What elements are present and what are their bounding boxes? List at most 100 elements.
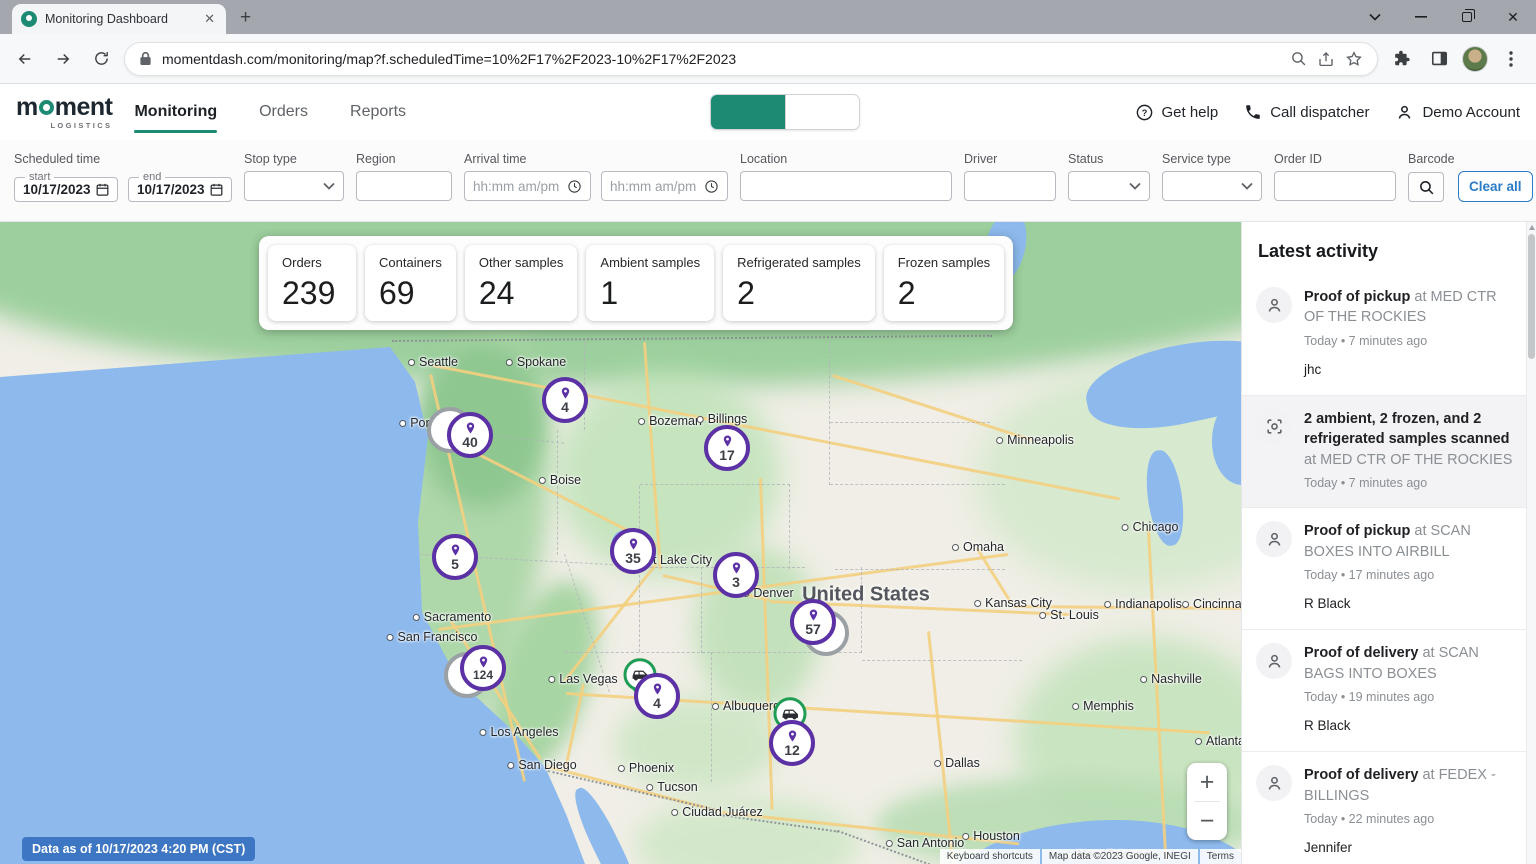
window-minimize-button[interactable]: [1398, 0, 1444, 34]
view-toggle-button[interactable]: [785, 95, 859, 129]
order-cluster-marker[interactable]: 4: [634, 673, 680, 719]
attribution-text[interactable]: Keyboard shortcuts: [940, 849, 1040, 864]
driver-input[interactable]: [964, 171, 1056, 201]
map-pin-icon: [560, 387, 571, 399]
map-pin-icon: [478, 656, 489, 668]
nav-item[interactable]: Reports: [350, 84, 406, 140]
stat-label: Refrigerated samples: [737, 255, 861, 270]
back-icon[interactable]: [10, 44, 40, 74]
header-action[interactable]: ? Get help: [1135, 103, 1219, 122]
order-cluster-marker[interactable]: 17: [704, 425, 750, 471]
activity-item[interactable]: Proof of delivery at FEDEX - BILLINGS To…: [1242, 752, 1526, 864]
tab-close-icon[interactable]: ✕: [202, 11, 217, 27]
arrival-start-time-input[interactable]: hh:mm am/pm: [464, 171, 591, 201]
header-action[interactable]: Call dispatcher: [1244, 103, 1369, 121]
city-label: Bozeman: [638, 414, 702, 428]
cluster-count: 3: [732, 575, 740, 589]
tab-search-chevron-icon[interactable]: [1352, 0, 1398, 34]
zoom-in-button[interactable]: +: [1187, 763, 1227, 801]
nav-item[interactable]: Orders: [259, 84, 308, 140]
city-label: Chicago: [1122, 520, 1179, 534]
order-cluster-marker[interactable]: 124: [460, 645, 506, 691]
arrival-end-time-input[interactable]: hh:mm am/pm: [601, 171, 728, 201]
activity-list: Proof of pickup at MED CTR OF THE ROCKIE…: [1242, 274, 1526, 864]
address-bar[interactable]: momentdash.com/monitoring/map?f.schedule…: [124, 42, 1378, 76]
map-pin-icon: [808, 609, 819, 621]
side-panel-icon[interactable]: [1424, 44, 1454, 74]
region-input[interactable]: [356, 171, 452, 201]
clear-all-button[interactable]: Clear all: [1458, 171, 1533, 202]
stat-label: Frozen samples: [898, 255, 990, 270]
stat-value: 1: [600, 277, 700, 309]
order-cluster-marker[interactable]: 57: [790, 599, 836, 645]
profile-avatar[interactable]: [1462, 46, 1488, 72]
filter-location: Location: [740, 152, 952, 201]
activity-item[interactable]: Proof of pickup at MED CTR OF THE ROCKIE…: [1242, 274, 1526, 396]
reload-icon[interactable]: [86, 44, 116, 74]
activity-location: MED CTR OF THE ROCKIES: [1320, 452, 1512, 468]
order-cluster-marker[interactable]: 40: [447, 412, 493, 458]
barcode-search-button[interactable]: [1408, 172, 1444, 202]
view-toggle-button[interactable]: [711, 95, 785, 129]
attribution-text[interactable]: Terms: [1200, 849, 1241, 864]
clock-icon[interactable]: [704, 179, 719, 194]
activity-action: 2 ambient, 2 frozen, and 2 refrigerated …: [1304, 411, 1510, 447]
bookmark-star-icon[interactable]: [1345, 50, 1363, 68]
stat-label: Ambient samples: [600, 255, 700, 270]
activity-user: R Black: [1304, 595, 1514, 614]
order-cluster-marker[interactable]: 4: [542, 377, 588, 423]
map-canvas[interactable]: SeattleSpokanePortlandBozemanBillingsBoi…: [0, 222, 1241, 864]
map-pin-icon: [652, 683, 663, 695]
browser-toolbar: momentdash.com/monitoring/map?f.schedule…: [0, 34, 1536, 84]
scrollbar-up-arrow[interactable]: [1529, 225, 1535, 230]
scrollbar[interactable]: [1526, 222, 1536, 864]
header-action[interactable]: Demo Account: [1395, 103, 1520, 122]
zoom-out-button[interactable]: −: [1187, 802, 1227, 840]
nav-item[interactable]: Monitoring: [134, 84, 217, 140]
share-icon[interactable]: [1317, 50, 1335, 68]
order-id-input[interactable]: [1274, 171, 1396, 201]
order-cluster-marker[interactable]: 35: [610, 528, 656, 574]
service-type-select[interactable]: [1162, 171, 1262, 201]
order-cluster-marker[interactable]: 12: [769, 720, 815, 766]
forward-icon[interactable]: [48, 44, 78, 74]
order-cluster-marker[interactable]: 3: [713, 552, 759, 598]
stop-type-select[interactable]: [244, 171, 344, 201]
city-label: Atlanta: [1195, 734, 1241, 748]
browser-menu-dots-icon[interactable]: [1496, 44, 1526, 74]
chevron-down-icon: [1241, 182, 1253, 190]
clock-icon[interactable]: [567, 179, 582, 194]
activity-time: Today • 22 minutes ago: [1304, 811, 1514, 829]
scrollbar-thumb[interactable]: [1528, 234, 1535, 359]
search-icon: [1418, 179, 1435, 196]
moment-logo[interactable]: mment LOGISTICS: [16, 95, 112, 130]
attribution-text[interactable]: Map data ©2023 Google, INEGI: [1042, 849, 1198, 864]
city-label: Cincinnati: [1182, 597, 1241, 611]
scheduled-start-date-input[interactable]: start 10/17/2023: [14, 171, 118, 202]
calendar-icon[interactable]: [95, 182, 110, 197]
activity-item[interactable]: 2 ambient, 2 frozen, and 2 refrigerated …: [1242, 396, 1526, 508]
map-attribution: Keyboard shortcutsMap data ©2023 Google,…: [940, 849, 1241, 864]
map-pin-icon: [722, 435, 733, 447]
extensions-puzzle-icon[interactable]: [1386, 44, 1416, 74]
activity-action: Proof of pickup: [1304, 289, 1410, 305]
new-tab-button[interactable]: +: [240, 7, 251, 29]
filter-barcode: Barcode Clear all: [1408, 152, 1533, 202]
location-input[interactable]: [740, 171, 952, 201]
cluster-count: 12: [784, 743, 800, 757]
filter-stop-type: Stop type: [244, 152, 344, 201]
city-label: Omaha: [952, 540, 1004, 554]
stat-card: Other samples 24: [465, 245, 578, 321]
window-close-button[interactable]: ✕: [1490, 0, 1536, 34]
browser-tab[interactable]: Monitoring Dashboard ✕: [12, 4, 226, 34]
activity-item[interactable]: Proof of delivery at SCAN BAGS INTO BOXE…: [1242, 630, 1526, 752]
window-restore-button[interactable]: [1444, 0, 1490, 34]
page-zoom-icon[interactable]: [1290, 50, 1307, 67]
calendar-icon[interactable]: [209, 182, 224, 197]
person-icon: [1265, 530, 1284, 549]
activity-item[interactable]: Proof of pickup at SCAN BOXES INTO AIRBI…: [1242, 508, 1526, 630]
status-select[interactable]: [1068, 171, 1150, 201]
stat-card: Orders 239: [268, 245, 356, 321]
order-cluster-marker[interactable]: 5: [432, 534, 478, 580]
scheduled-end-date-input[interactable]: end 10/17/2023: [128, 171, 232, 202]
